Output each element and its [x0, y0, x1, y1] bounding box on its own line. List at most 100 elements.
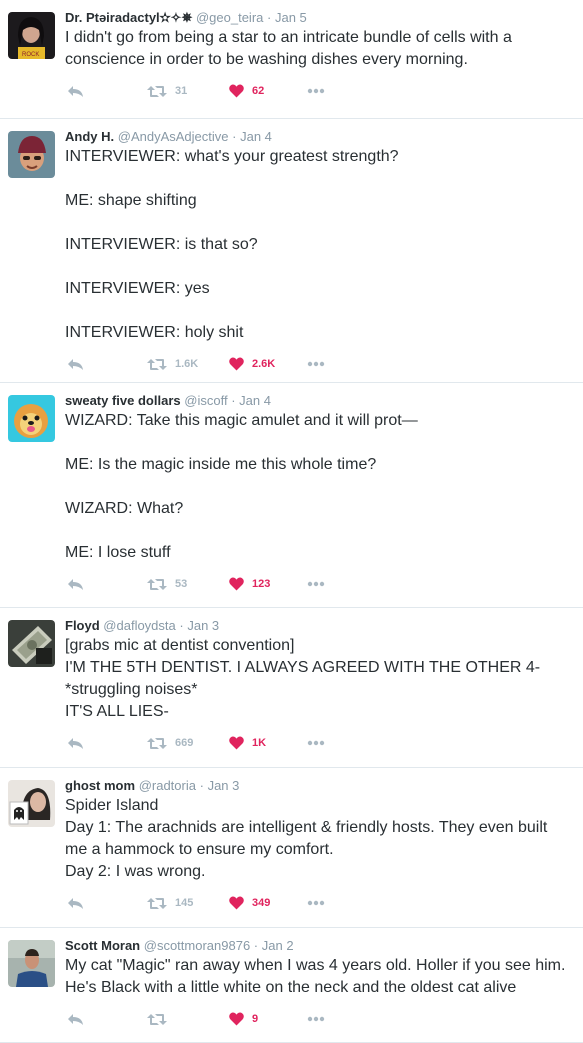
tweet-header: sweaty five dollars @iscoff · Jan 4: [65, 392, 573, 410]
retweet-count: 669: [175, 737, 194, 749]
tweet-text: WIZARD: Take this magic amulet and it wi…: [65, 410, 573, 564]
tweet[interactable]: ghost mom @radtoria · Jan 3 Spider Islan…: [0, 768, 583, 928]
user-avatar[interactable]: [8, 780, 55, 827]
user-avatar[interactable]: ROCK: [8, 12, 55, 59]
tweet-header: Andy H. @AndyAsAdjective · Jan 4: [65, 128, 573, 146]
tweet-text-line: I didn't go from being a star to an intr…: [65, 29, 517, 68]
tweet-timestamp[interactable]: Jan 5: [275, 10, 307, 25]
more-options-button[interactable]: [307, 356, 325, 372]
more-options-button[interactable]: [307, 735, 325, 751]
retweet-icon: [147, 737, 167, 749]
tweet-text: I didn't go from being a star to an intr…: [65, 27, 573, 71]
tweet-header: Dr. Ptəiradactyl✫✧✵ @geo_teira · Jan 5: [65, 9, 573, 27]
user-handle[interactable]: @dafloydsta: [103, 618, 175, 633]
retweet-count: 31: [175, 85, 188, 97]
user-handle[interactable]: @geo_teira: [196, 10, 263, 25]
retweet-button[interactable]: 31: [147, 83, 187, 99]
tweet-text-line: [65, 300, 573, 322]
separator-dot: ·: [267, 10, 272, 25]
tweet[interactable]: sweaty five dollars @iscoff · Jan 4 WIZA…: [0, 383, 583, 608]
user-fullname[interactable]: Andy H.: [65, 129, 114, 144]
tweet-text-line: My cat "Magic" ran away when I was 4 yea…: [65, 957, 570, 996]
user-fullname[interactable]: Floyd: [65, 618, 100, 633]
tweet-text-line: IT'S ALL LIES-: [65, 703, 169, 720]
reply-button[interactable]: [67, 356, 84, 372]
separator-dot: ·: [232, 129, 237, 144]
tweet-feed: ROCK Dr. Ptəiradactyl✫✧✵ @geo_teira · Ja…: [0, 0, 583, 1043]
reply-button[interactable]: [67, 576, 84, 592]
like-button[interactable]: 62: [229, 83, 264, 99]
retweet-button[interactable]: [147, 1011, 175, 1027]
tweet-header: ghost mom @radtoria · Jan 3: [65, 777, 573, 795]
retweet-count: 145: [175, 897, 194, 909]
like-button[interactable]: 2.6K: [229, 356, 275, 372]
more-options-button[interactable]: [307, 83, 325, 99]
tweet-text-line: Day 2: I was wrong.: [65, 863, 206, 880]
like-button[interactable]: 349: [229, 895, 270, 911]
user-avatar[interactable]: [8, 395, 55, 442]
reply-icon: [68, 737, 83, 749]
tweet[interactable]: ROCK Dr. Ptəiradactyl✫✧✵ @geo_teira · Ja…: [0, 0, 583, 119]
retweet-icon: [147, 897, 167, 909]
more-options-button[interactable]: [307, 895, 325, 911]
tweet-timestamp[interactable]: Jan 3: [187, 618, 219, 633]
reply-button[interactable]: [67, 1011, 84, 1027]
user-avatar[interactable]: [8, 940, 55, 987]
retweet-button[interactable]: 1.6K: [147, 356, 198, 372]
tweet-actions: 31 62: [65, 71, 573, 109]
retweet-icon: [147, 578, 167, 590]
reply-icon: [68, 1013, 83, 1025]
tweet[interactable]: Andy H. @AndyAsAdjective · Jan 4 INTERVI…: [0, 119, 583, 383]
tweet-text-line: *struggling noises*: [65, 681, 198, 698]
user-fullname[interactable]: Dr. Ptəiradactyl✫✧✵: [65, 10, 192, 25]
like-button[interactable]: 123: [229, 576, 270, 592]
tweet[interactable]: Scott Moran @scottmoran9876 · Jan 2 My c…: [0, 928, 583, 1043]
separator-dot: ·: [231, 393, 236, 408]
tweet-timestamp[interactable]: Jan 4: [239, 393, 271, 408]
reply-button[interactable]: [67, 83, 84, 99]
heart-icon: [229, 577, 244, 591]
tweet-text: Spider Island Day 1: The arachnids are in…: [65, 795, 573, 883]
tweet-timestamp[interactable]: Jan 3: [208, 778, 240, 793]
more-options-icon: [307, 581, 325, 587]
user-fullname[interactable]: sweaty five dollars: [65, 393, 181, 408]
tweet-actions: 53 123: [65, 564, 573, 602]
retweet-button[interactable]: 53: [147, 576, 187, 592]
retweet-button[interactable]: 669: [147, 735, 193, 751]
like-button[interactable]: 9: [229, 1011, 258, 1027]
retweet-count: 1.6K: [175, 358, 199, 370]
user-avatar[interactable]: [8, 131, 55, 178]
tweet-text-line: WIZARD: What?: [65, 500, 184, 517]
tweet-text-line: [65, 520, 573, 542]
user-handle[interactable]: @scottmoran9876: [144, 938, 250, 953]
heart-icon: [229, 736, 244, 750]
like-button[interactable]: 1K: [229, 735, 266, 751]
tweet-text-line: [65, 476, 573, 498]
user-fullname[interactable]: Scott Moran: [65, 938, 140, 953]
like-count: 2.6K: [252, 358, 276, 370]
heart-icon: [229, 1012, 244, 1026]
tweet-header: Scott Moran @scottmoran9876 · Jan 2: [65, 937, 573, 955]
user-fullname[interactable]: ghost mom: [65, 778, 135, 793]
user-handle[interactable]: @radtoria: [139, 778, 196, 793]
tweet[interactable]: Floyd @dafloydsta · Jan 3 [grabs mic at …: [0, 608, 583, 768]
svg-text:ROCK: ROCK: [22, 52, 39, 58]
tweet-text-line: Spider Island: [65, 797, 159, 814]
tweet-text-line: INTERVIEWER: what's your greatest streng…: [65, 148, 399, 165]
heart-icon: [229, 84, 244, 98]
retweet-button[interactable]: 145: [147, 895, 193, 911]
more-options-button[interactable]: [307, 1011, 325, 1027]
reply-button[interactable]: [67, 735, 84, 751]
tweet-text: My cat "Magic" ran away when I was 4 yea…: [65, 955, 573, 999]
more-options-button[interactable]: [307, 576, 325, 592]
user-handle[interactable]: @iscoff: [184, 393, 227, 408]
tweet-text-line: [65, 256, 573, 278]
user-handle[interactable]: @AndyAsAdjective: [118, 129, 229, 144]
tweet-timestamp[interactable]: Jan 4: [240, 129, 272, 144]
tweet-text-line: ME: I lose stuff: [65, 544, 171, 561]
reply-button[interactable]: [67, 895, 84, 911]
user-avatar[interactable]: [8, 620, 55, 667]
retweet-icon: [147, 85, 167, 97]
tweet-timestamp[interactable]: Jan 2: [262, 938, 294, 953]
tweet-text-line: Day 1: The arachnids are intelligent & f…: [65, 819, 552, 858]
